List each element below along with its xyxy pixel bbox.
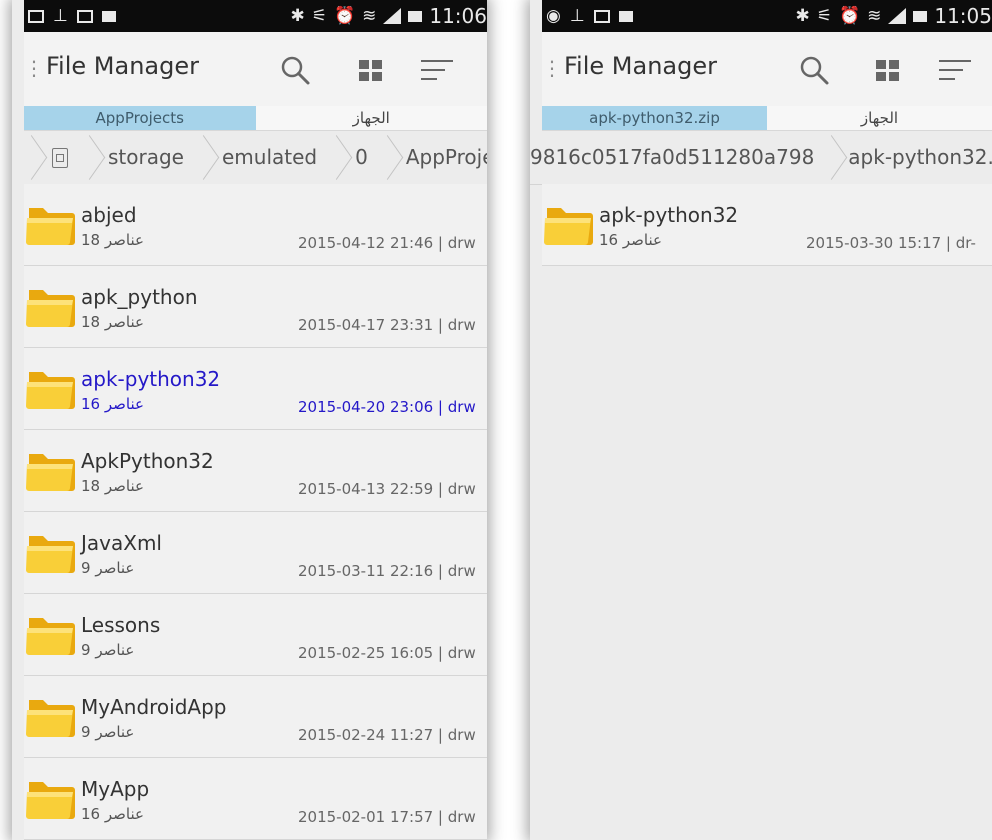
file-meta: 2015-02-01 17:57 | drw [298, 808, 476, 826]
item-count: 18 عناصر [81, 477, 144, 495]
message-notification-icon [618, 10, 633, 22]
folder-icon [544, 208, 593, 245]
file-name: JavaXml [81, 531, 162, 555]
file-meta: 2015-03-11 22:16 | drw [298, 562, 476, 580]
breadcrumb: 9816c0517fa0d511280a798 apk-python32.zip [530, 131, 992, 185]
signal-icon [383, 8, 402, 24]
file-name: MyApp [81, 777, 150, 801]
file-meta: 2015-04-12 21:46 | drw [298, 234, 476, 252]
list-item[interactable]: JavaXml 9 عناصر 2015-03-11 22:16 | drw [24, 512, 487, 594]
file-name: apk-python32 [599, 203, 739, 227]
item-count: 9 عناصر [81, 723, 135, 741]
file-meta: 2015-03-30 15:17 | dr- [806, 234, 976, 252]
bluetooth-icon: ✱ [290, 6, 305, 26]
overflow-menu-icon[interactable]: ⋮ [24, 58, 44, 78]
item-count: 18 عناصر [81, 313, 144, 331]
battery-icon [408, 10, 423, 22]
item-count: 9 عناصر [81, 641, 135, 659]
overflow-menu-icon[interactable]: ⋮ [542, 58, 562, 78]
battery-icon [913, 10, 928, 22]
usb-icon: ⊥ [53, 6, 68, 26]
alarm-icon: ⏰ [838, 6, 861, 26]
wifi-icon: ≋ [867, 6, 882, 26]
breadcrumb-appprojects[interactable]: AppProjects [394, 131, 487, 184]
tab-apk-python32-zip[interactable]: apk-python32.zip [542, 106, 767, 130]
status-time: 11:05 [934, 4, 992, 28]
image-notification-icon [593, 9, 610, 23]
image-notification-icon [76, 9, 93, 23]
list-item[interactable]: apk-python32 16 عناصر 2015-03-30 15:17 |… [542, 184, 992, 266]
list-item[interactable]: apk_python 18 عناصر 2015-04-17 23:31 | d… [24, 266, 487, 348]
tab-device[interactable]: الجهاز [256, 106, 488, 130]
list-item[interactable]: MyAndroidApp 9 عناصر 2015-02-24 11:27 | … [24, 676, 487, 758]
app-bar: ⋮ File Manager [24, 32, 487, 106]
folder-icon [26, 618, 75, 655]
alarm-icon: ⏰ [333, 6, 356, 26]
file-list: abjed 18 عناصر 2015-04-12 21:46 | drw ap… [24, 184, 487, 840]
usb-icon: ⊥ [569, 6, 585, 26]
bluetooth-icon: ✱ [795, 6, 810, 26]
list-item[interactable]: Lessons 9 عناصر 2015-02-25 16:05 | drw [24, 594, 487, 676]
path-tabs: AppProjects الجهاز [24, 106, 487, 131]
file-meta: 2015-02-25 16:05 | drw [298, 644, 476, 662]
item-count: 9 عناصر [81, 559, 135, 577]
file-meta: 2015-04-13 22:59 | drw [298, 480, 476, 498]
file-meta: 2015-02-24 11:27 | drw [298, 726, 476, 744]
breadcrumb-zip[interactable]: apk-python32.zip [838, 131, 992, 184]
file-name: apk_python [81, 285, 198, 309]
app-title: File Manager [564, 52, 717, 80]
left-screen: ⊥ ✱ ⚟ ⏰ ≋ 11:06 ⋮ File Manager AppProjec… [12, 0, 487, 840]
breadcrumb-emulated[interactable]: emulated [210, 131, 329, 184]
status-time: 11:06 [429, 4, 487, 28]
item-count: 16 عناصر [81, 395, 144, 413]
grid-view-icon[interactable] [870, 54, 902, 86]
app-bar: ⋮ File Manager [542, 32, 992, 106]
file-name: abjed [81, 203, 137, 227]
gallery-notification-icon [28, 9, 44, 23]
file-name: ApkPython32 [81, 449, 214, 473]
sort-icon[interactable] [939, 54, 971, 86]
breadcrumb-storage[interactable]: storage [96, 131, 196, 184]
mute-icon: ⚟ [311, 6, 327, 26]
item-count: 18 عناصر [81, 231, 144, 249]
file-meta: 2015-04-20 23:06 | drw [298, 398, 476, 416]
status-bar: ⊥ ✱ ⚟ ⏰ ≋ 11:06 [24, 0, 487, 32]
folder-icon [26, 372, 75, 409]
item-count: 16 عناصر [599, 231, 662, 249]
mute-icon: ⚟ [816, 6, 832, 26]
item-count: 16 عناصر [81, 805, 144, 823]
list-item[interactable]: MyApp 16 عناصر 2015-02-01 17:57 | drw [24, 758, 487, 840]
folder-icon [26, 208, 75, 245]
search-icon[interactable] [279, 54, 311, 86]
file-meta: 2015-04-17 23:31 | drw [298, 316, 476, 334]
file-list: apk-python32 16 عناصر 2015-03-30 15:17 |… [542, 184, 992, 266]
list-item[interactable]: ApkPython32 18 عناصر 2015-04-13 22:59 | … [24, 430, 487, 512]
list-item-selected[interactable]: apk-python32 16 عناصر 2015-04-20 23:06 |… [24, 348, 487, 430]
signal-icon [888, 8, 907, 24]
message-notification-icon [101, 10, 116, 22]
search-icon[interactable] [798, 54, 830, 86]
folder-icon [26, 782, 75, 819]
file-name: apk-python32 [81, 367, 221, 391]
file-name: Lessons [81, 613, 161, 637]
app-title: File Manager [46, 52, 199, 80]
sort-icon[interactable] [421, 54, 453, 86]
right-screen: ◉ ⊥ ✱ ⚟ ⏰ ≋ 11:05 ⋮ File Manager apk-pyt… [530, 0, 992, 840]
device-storage-icon[interactable] [52, 147, 68, 168]
folder-icon [26, 536, 75, 573]
folder-icon [26, 700, 75, 737]
folder-icon [26, 454, 75, 491]
path-tabs: apk-python32.zip الجهاز [542, 106, 992, 131]
wifi-icon: ≋ [362, 6, 377, 26]
tab-appprojects[interactable]: AppProjects [24, 106, 256, 130]
breadcrumb: storage emulated 0 AppProjects [24, 131, 487, 185]
grid-view-icon[interactable] [353, 54, 385, 86]
status-bar: ◉ ⊥ ✱ ⚟ ⏰ ≋ 11:05 [542, 0, 992, 32]
list-item[interactable]: abjed 18 عناصر 2015-04-12 21:46 | drw [24, 184, 487, 266]
folder-icon [26, 290, 75, 327]
chat-notification-icon: ◉ [546, 6, 561, 26]
file-name: MyAndroidApp [81, 695, 227, 719]
tab-device[interactable]: الجهاز [767, 106, 992, 130]
breadcrumb-hash-folder[interactable]: 9816c0517fa0d511280a798 [530, 131, 824, 184]
